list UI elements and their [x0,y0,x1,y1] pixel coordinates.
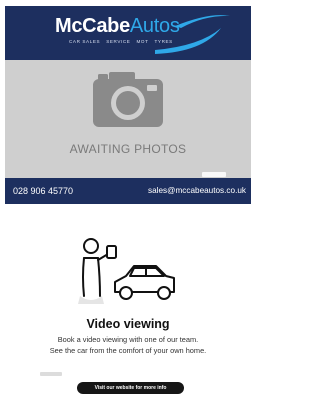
video-description-line1: Book a video viewing with one of our tea… [57,335,199,344]
video-viewing-title: Video viewing [86,317,170,331]
visit-website-button[interactable]: Visit our website for more info [77,382,184,394]
email-address[interactable]: sales@mccabeautos.co.uk [148,186,246,195]
dealer-contact-bar: 028 906 45770 sales@mccabeautos.co.uk [5,178,251,204]
awaiting-photos-label: AWAITING PHOTOS [69,142,187,156]
phone-number[interactable]: 028 906 45770 [13,186,73,196]
watermark-badge [202,172,226,177]
watermark-badge-2 [40,372,62,376]
dealer-image-card: McCabeAutos CAR SALES SERVICE MOT TYRES AWA… [5,6,251,204]
video-call-car-icon [78,238,175,304]
brand-logo: McCabeAutos [55,15,180,37]
services-tagline: CAR SALES SERVICE MOT TYRES [69,39,173,44]
video-description-line2: See the car from the comfort of your own… [49,346,207,355]
photo-placeholder: AWAITING PHOTOS [5,60,251,178]
dealer-header: McCabeAutos CAR SALES SERVICE MOT TYRES [5,6,251,60]
camera-icon [93,72,163,127]
